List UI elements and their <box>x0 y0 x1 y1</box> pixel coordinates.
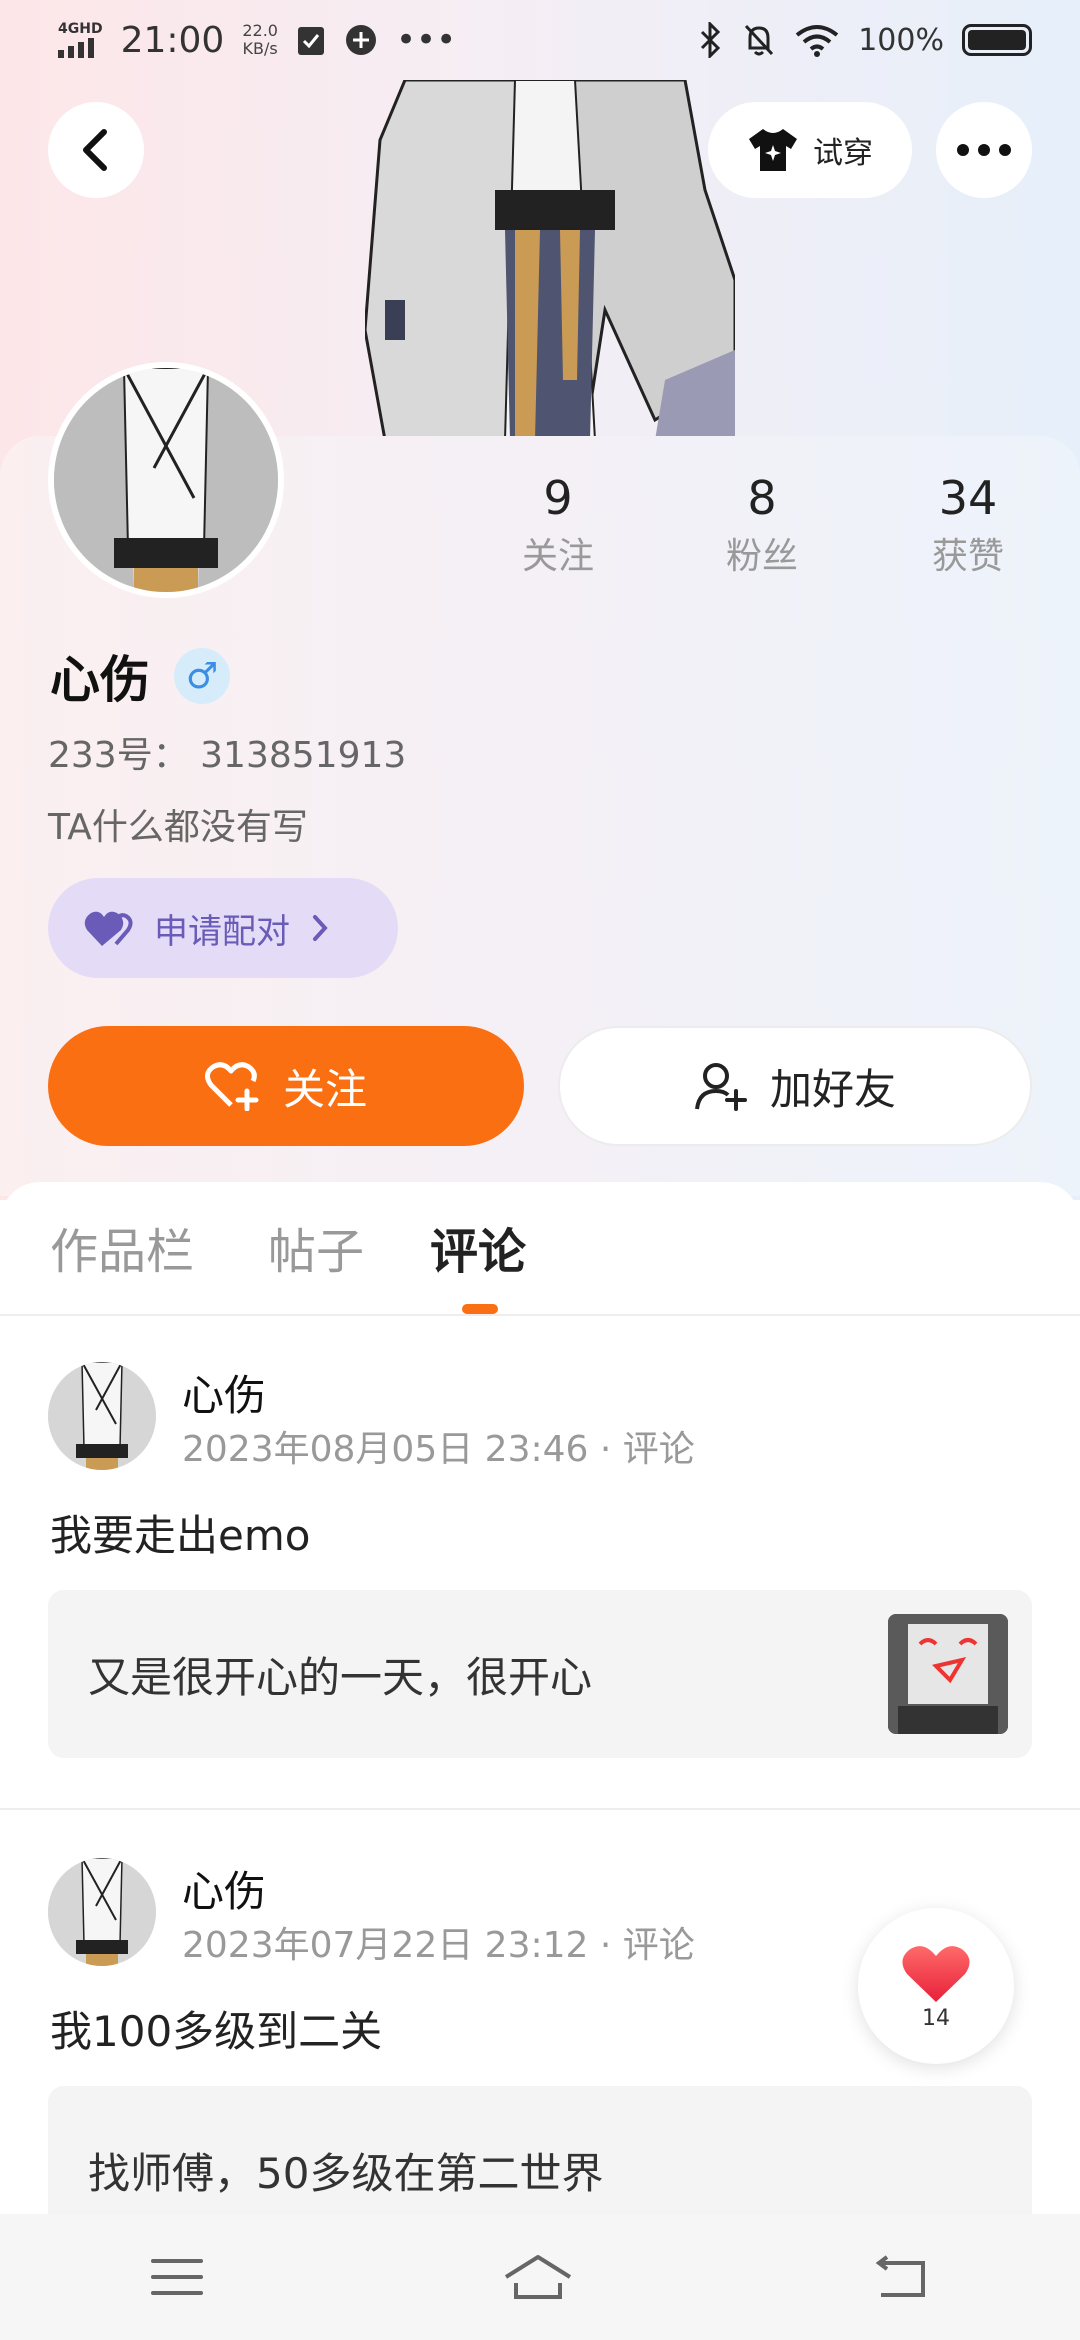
stat-number: 8 <box>747 471 777 525</box>
add-friend-button[interactable]: 加好友 <box>558 1026 1032 1146</box>
content-panel: 作品栏 帖子 评论 心伤 2023年08月05日 23:46 · 评论 我要走出… <box>0 1182 1080 2340</box>
avatar[interactable] <box>48 1362 156 1470</box>
tab-posts[interactable]: 帖子 <box>268 1212 364 1282</box>
stat-following[interactable]: 9 关注 <box>478 470 638 582</box>
stat-number: 9 <box>543 471 573 525</box>
tab-indicator <box>462 1304 498 1314</box>
like-count: 14 <box>922 2005 950 2031</box>
user-id: 233号： 313851913 <box>48 735 407 776</box>
app-notification-icon <box>345 25 376 55</box>
stat-label: 关注 <box>521 536 594 577</box>
clipboard-check-icon <box>297 27 324 55</box>
status-bar: 4GHD 21:00 22.0 KB/s ••• 100% <box>0 0 1080 80</box>
tshirt-icon <box>749 129 797 171</box>
mute-bell-icon <box>745 24 774 56</box>
more-notifications-icon: ••• <box>395 20 457 60</box>
user-bio: TA什么都没有写 <box>48 807 308 848</box>
stat-likes[interactable]: 34 获赞 <box>888 470 1048 582</box>
like-float-button[interactable]: 14 <box>858 1908 1014 2064</box>
follow-label: 关注 <box>282 1064 367 1114</box>
tab-works[interactable]: 作品栏 <box>50 1212 194 1282</box>
follow-button[interactable]: 关注 <box>48 1026 524 1146</box>
system-nav-bar <box>0 2214 1080 2340</box>
wifi-icon <box>795 25 839 57</box>
tab-bar: 作品栏 帖子 评论 <box>0 1212 1080 1302</box>
try-on-label: 试穿 <box>813 136 873 171</box>
comment-text: 我要走出emo <box>50 1511 311 1560</box>
chevron-left-icon <box>83 129 107 171</box>
comment-meta: 2023年07月22日 23:12 · 评论 <box>182 1925 695 1966</box>
quoted-post-text: 找师傅，50多级在第二世界 <box>88 2148 604 2198</box>
chevron-right-icon <box>313 915 328 941</box>
avatar[interactable] <box>48 1858 156 1966</box>
quoted-post-text: 又是很开心的一天，很开心 <box>88 1652 593 1702</box>
try-on-button[interactable]: 试穿 <box>708 102 912 198</box>
back-button[interactable] <box>48 102 144 198</box>
battery-percent: 100% <box>858 22 944 58</box>
comment-meta: 2023年08月05日 23:46 · 评论 <box>182 1429 695 1470</box>
pair-label: 申请配对 <box>154 911 290 952</box>
home-icon[interactable] <box>502 2253 574 2301</box>
profile-stats: 9 关注 8 粉丝 34 获赞 <box>0 470 1080 590</box>
network-type: 4GHD <box>58 21 103 37</box>
network-speed: 22.0 KB/s <box>242 22 278 58</box>
profile-name: 心伤 ♂ <box>50 640 230 712</box>
avatar-3d-figure <box>363 78 737 442</box>
clock: 21:00 <box>120 19 225 61</box>
divider <box>0 1314 1080 1316</box>
heart-plus-icon <box>204 1062 259 1111</box>
divider <box>0 1808 1080 1810</box>
comment-text: 我100多级到二关 <box>50 2007 383 2056</box>
speed-unit: KB/s <box>242 39 278 58</box>
comment-author: 心伤 <box>182 1371 267 1420</box>
stat-label: 粉丝 <box>725 536 798 577</box>
tab-comments[interactable]: 评论 <box>430 1212 526 1282</box>
more-options-button[interactable] <box>936 102 1032 198</box>
stat-followers[interactable]: 8 粉丝 <box>682 470 842 582</box>
back-nav-icon[interactable] <box>871 2255 931 2299</box>
menu-icon[interactable] <box>149 2255 205 2299</box>
bluetooth-icon <box>701 22 721 58</box>
heart-icon <box>902 1945 970 2002</box>
username: 心伤 <box>50 651 150 709</box>
male-gender-icon: ♂ <box>174 648 230 704</box>
add-friend-label: 加好友 <box>769 1064 896 1114</box>
request-pair-button[interactable]: 申请配对 <box>48 878 398 978</box>
more-dots-icon <box>957 144 1011 156</box>
speed-value: 22.0 <box>242 21 278 40</box>
add-user-icon <box>694 1063 747 1111</box>
stat-label: 获赞 <box>931 536 1004 577</box>
quoted-post[interactable]: 又是很开心的一天，很开心 <box>48 1590 1032 1758</box>
heart-pair-icon <box>84 911 133 946</box>
signal-icon: 4GHD <box>58 22 103 58</box>
battery-icon <box>962 24 1032 56</box>
stat-number: 34 <box>938 471 998 525</box>
quoted-post-thumbnail <box>888 1614 1008 1734</box>
comment-author: 心伤 <box>182 1867 267 1916</box>
